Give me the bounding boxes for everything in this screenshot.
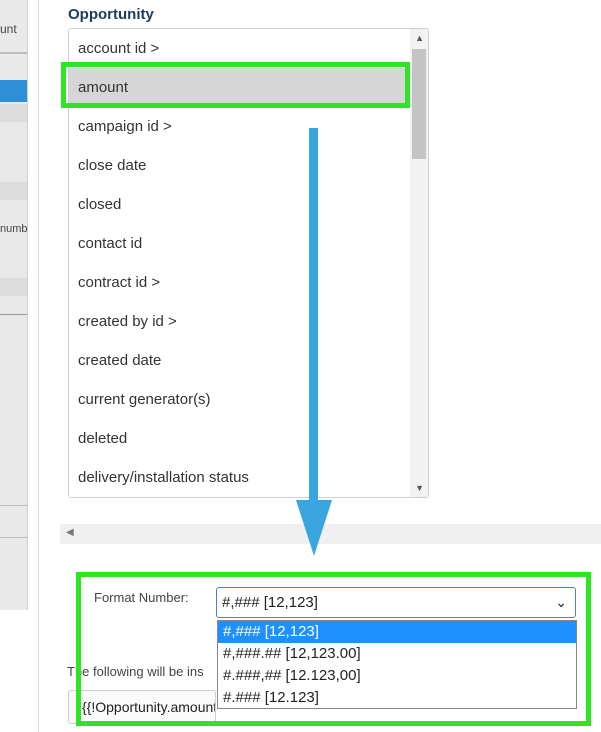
listbox-scrollbar[interactable]: ▲ ▼ [410,29,428,497]
section-title: Opportunity [68,6,154,23]
list-item-created-date[interactable]: created date [69,341,409,380]
left-pane-label-top: unt [0,22,17,36]
list-item-contact-id[interactable]: contact id [69,224,409,263]
left-pane-row [0,182,27,200]
left-pane: unt numb [0,0,28,610]
left-pane-divider [0,537,27,538]
left-pane-divider [0,505,27,506]
left-pane-divider [0,52,27,54]
left-pane-row [0,278,27,296]
list-item-created-by-id[interactable]: created by id > [69,302,409,341]
list-item-campaign-id[interactable]: campaign id > [69,107,409,146]
left-pane-selected-row[interactable] [0,80,27,102]
list-item-deleted[interactable]: deleted [69,419,409,458]
scroll-left-arrow-icon[interactable]: ◀ [66,527,74,538]
left-pane-label-mid: numb [0,223,28,235]
list-item-close-date[interactable]: close date [69,146,409,185]
amount-highlight-box [61,62,410,108]
list-item-closed[interactable]: closed [69,185,409,224]
left-pane-row [0,104,27,122]
left-pane-divider [0,314,27,315]
scroll-thumb[interactable] [412,49,426,159]
scroll-up-arrow-icon[interactable]: ▲ [415,33,424,43]
left-pane-footer [0,610,27,732]
format-highlight-box [76,572,591,726]
arrow-shaft [309,128,318,500]
list-item-contract-id[interactable]: contract id > [69,263,409,302]
list-item-delivery-installation-status[interactable]: delivery/installation status [69,458,409,497]
scroll-down-arrow-icon[interactable]: ▼ [415,483,424,493]
pane-divider [38,0,39,732]
list-item-current-generator[interactable]: current generator(s) [69,380,409,419]
arrow-head [296,500,332,556]
down-arrow-annotation-icon [296,128,332,556]
